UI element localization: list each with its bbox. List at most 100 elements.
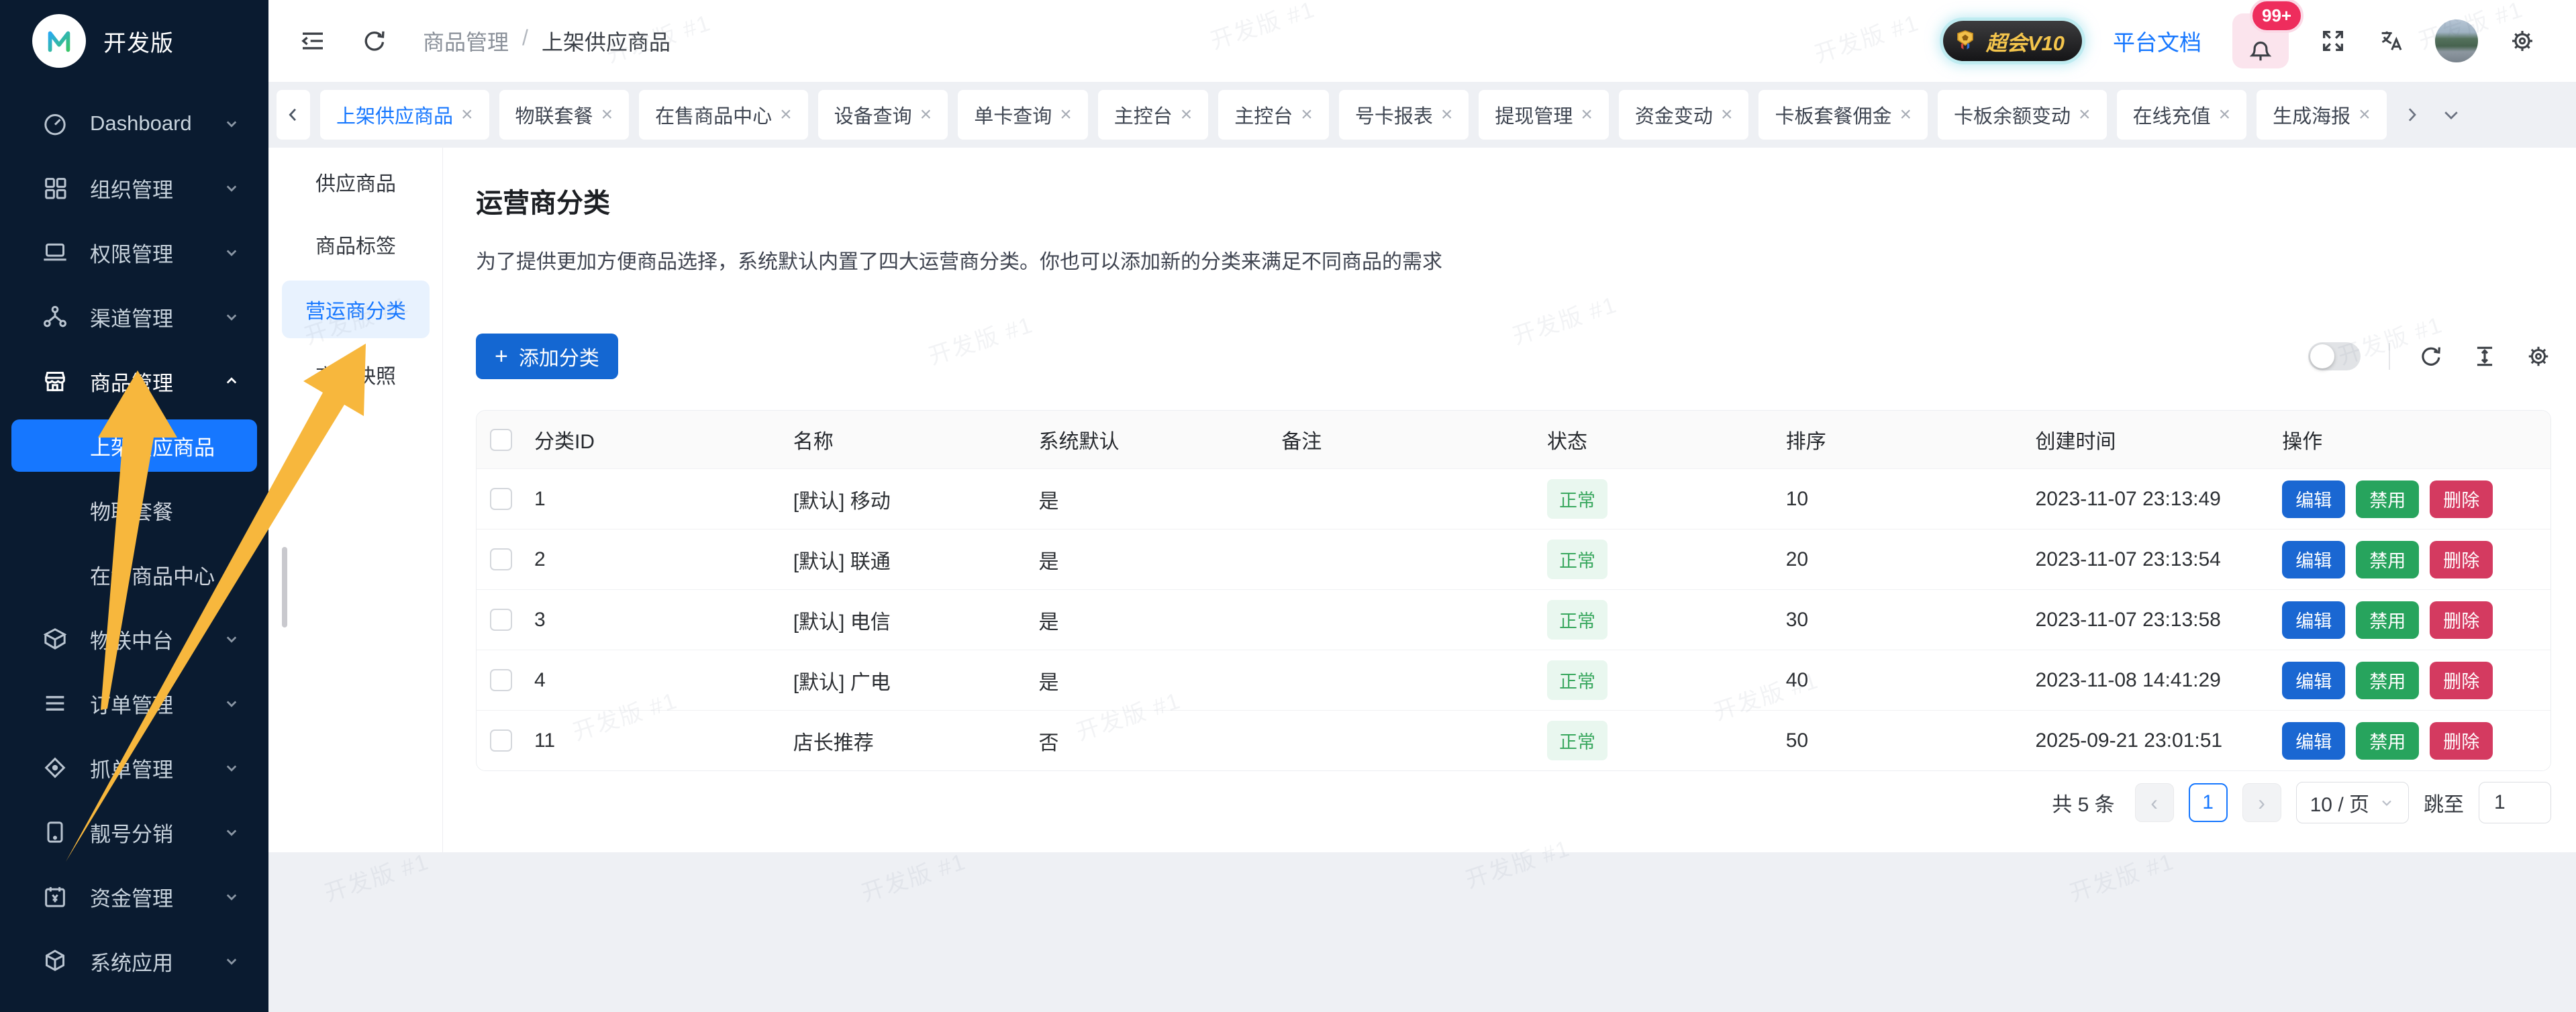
close-icon[interactable]: × <box>2079 105 2091 125</box>
close-icon[interactable]: × <box>920 105 932 125</box>
row-checkbox[interactable] <box>490 488 512 510</box>
disable-button[interactable]: 禁用 <box>2356 541 2419 578</box>
sidebar-item-goods[interactable]: 商品管理 <box>0 349 268 413</box>
tab-console-1[interactable]: 主控台× <box>1098 90 1209 140</box>
tab-console-2[interactable]: 主控台× <box>1218 90 1329 140</box>
translate-icon[interactable] <box>2377 28 2404 54</box>
sidebar-item-system-apps[interactable]: 系统应用 <box>0 929 268 993</box>
sidebar-subitem-iot-package[interactable]: 物联套餐 <box>0 478 268 542</box>
row-checkbox[interactable] <box>490 669 512 691</box>
tabs-dropdown-button[interactable] <box>2436 100 2466 130</box>
submenu-item-operator-category[interactable]: 营运商分类 <box>282 281 430 338</box>
close-icon[interactable]: × <box>1181 105 1193 125</box>
disable-button[interactable]: 禁用 <box>2356 480 2419 518</box>
close-icon[interactable]: × <box>1721 105 1733 125</box>
close-icon[interactable]: × <box>780 105 792 125</box>
tab-single-card-query[interactable]: 单卡查询× <box>958 90 1088 140</box>
disable-button[interactable]: 禁用 <box>2356 722 2419 760</box>
select-all-checkbox[interactable] <box>490 429 512 451</box>
delete-button[interactable]: 删除 <box>2430 601 2493 639</box>
user-avatar[interactable] <box>2435 19 2478 62</box>
close-icon[interactable]: × <box>1441 105 1453 125</box>
breadcrumb-parent[interactable]: 商品管理 <box>423 26 509 56</box>
vip-badge[interactable]: 超会V10 <box>1943 21 2082 61</box>
edit-button[interactable]: 编辑 <box>2282 541 2345 578</box>
disable-button[interactable]: 禁用 <box>2356 601 2419 639</box>
tab-listed-supply-goods[interactable]: 上架供应商品× <box>320 90 489 140</box>
submenu-item-goods-snapshot[interactable]: 商品快照 <box>268 354 443 395</box>
sidebar-item-orders[interactable]: 订单管理 <box>0 671 268 736</box>
close-icon[interactable]: × <box>1301 105 1313 125</box>
tab-online-recharge[interactable]: 在线充值× <box>2117 90 2247 140</box>
row-checkbox[interactable] <box>490 548 512 570</box>
close-icon[interactable]: × <box>461 105 473 125</box>
submenu-item-goods-tags[interactable]: 商品标签 <box>268 223 443 265</box>
page-size-select[interactable]: 10 / 页 <box>2296 782 2409 823</box>
sidebar-item-grab-orders[interactable]: 抓单管理 <box>0 736 268 800</box>
fullscreen-icon[interactable] <box>2320 28 2346 54</box>
edit-button[interactable]: 编辑 <box>2282 601 2345 639</box>
add-category-button[interactable]: + 添加分类 <box>476 334 618 379</box>
sidebar-item-funds[interactable]: 资金管理 <box>0 864 268 929</box>
sidebar-item-permission[interactable]: 权限管理 <box>0 220 268 285</box>
sidebar-item-organization[interactable]: 组织管理 <box>0 156 268 220</box>
tabs-scroll-right-button[interactable] <box>2397 100 2426 130</box>
tab-card-balance-changes[interactable]: 卡板余额变动× <box>1938 90 2107 140</box>
disable-button[interactable]: 禁用 <box>2356 662 2419 699</box>
settings-gear-icon[interactable] <box>2509 28 2536 54</box>
edit-button[interactable]: 编辑 <box>2282 722 2345 760</box>
toggle-switch[interactable] <box>2308 342 2361 370</box>
pagination-next-button[interactable]: › <box>2242 783 2281 822</box>
tabs-scroll-left-button[interactable] <box>277 90 310 140</box>
column-settings-gear-icon[interactable] <box>2526 344 2551 369</box>
edit-button[interactable]: 编辑 <box>2282 662 2345 699</box>
close-icon[interactable]: × <box>2219 105 2231 125</box>
share-network-icon <box>42 303 68 330</box>
refresh-icon[interactable] <box>361 28 388 54</box>
cube-outline-icon <box>42 625 68 652</box>
sidebar-item-number-distribution[interactable]: 靓号分销 <box>0 800 268 864</box>
close-icon[interactable]: × <box>1060 105 1072 125</box>
delete-button[interactable]: 删除 <box>2430 722 2493 760</box>
sidebar-item-dashboard[interactable]: Dashboard <box>0 91 268 156</box>
row-checkbox[interactable] <box>490 729 512 752</box>
tab-card-package-commission[interactable]: 卡板套餐佣金× <box>1758 90 1928 140</box>
notifications-button[interactable]: 99+ <box>2232 13 2289 68</box>
pagination-page-1[interactable]: 1 <box>2189 783 2228 822</box>
row-height-icon[interactable] <box>2472 344 2497 369</box>
chevron-down-icon <box>221 113 242 134</box>
tab-number-card-report[interactable]: 号卡报表× <box>1339 90 1469 140</box>
submenu-item-supply-goods[interactable]: 供应商品 <box>268 161 443 203</box>
chevron-down-icon <box>221 629 242 649</box>
refresh-icon[interactable] <box>2418 344 2444 369</box>
scrollbar-thumb[interactable] <box>282 547 287 627</box>
tab-withdraw-management[interactable]: 提现管理× <box>1479 90 1609 140</box>
tab-fund-changes[interactable]: 资金变动× <box>1619 90 1749 140</box>
tab-onsale-center[interactable]: 在售商品中心× <box>639 90 808 140</box>
tab-device-query[interactable]: 设备查询× <box>818 90 948 140</box>
col-header-sort: 排序 <box>1777 411 2027 468</box>
delete-button[interactable]: 删除 <box>2430 541 2493 578</box>
divider <box>2389 343 2390 370</box>
close-icon[interactable]: × <box>2359 105 2371 125</box>
tab-iot-package[interactable]: 物联套餐× <box>499 90 630 140</box>
platform-docs-link[interactable]: 平台文档 <box>2113 25 2201 57</box>
edit-button[interactable]: 编辑 <box>2282 480 2345 518</box>
tab-generate-poster[interactable]: 生成海报× <box>2257 90 2387 140</box>
delete-button[interactable]: 删除 <box>2430 662 2493 699</box>
sidebar-item-iot-platform[interactable]: 物联中台 <box>0 607 268 671</box>
jump-to-input[interactable] <box>2479 782 2551 823</box>
sidebar-subitem-onsale-center[interactable]: 在售商品中心 <box>0 542 268 607</box>
content-panel: 运营商分类 为了提供更加方便商品选择，系统默认内置了四大运营商分类。你也可以添加… <box>443 148 2576 852</box>
chevron-down-icon <box>221 758 242 778</box>
row-checkbox[interactable] <box>490 609 512 631</box>
sidebar-subitem-listed-supply-goods[interactable]: 上架供应商品 <box>11 419 257 472</box>
pagination-prev-button[interactable]: ‹ <box>2135 783 2174 822</box>
menu-fold-icon[interactable] <box>299 28 326 54</box>
sidebar-item-channel[interactable]: 渠道管理 <box>0 285 268 349</box>
close-icon[interactable]: × <box>1899 105 1912 125</box>
close-icon[interactable]: × <box>1581 105 1593 125</box>
close-icon[interactable]: × <box>601 105 613 125</box>
diamond-scan-icon <box>42 754 68 781</box>
delete-button[interactable]: 删除 <box>2430 480 2493 518</box>
